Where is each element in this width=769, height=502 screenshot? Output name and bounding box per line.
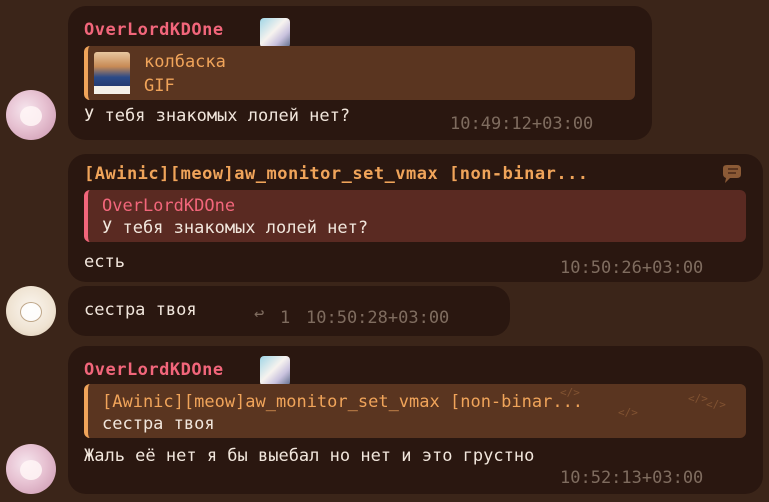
message-time: 10:50:28+03:00: [306, 308, 450, 328]
message-bubble[interactable]: [Awinic][meow]aw_monitor_set_vmax [non-b…: [68, 154, 763, 282]
message-text: сестра твоя: [84, 300, 197, 320]
chat-view: OverLordKDOne колбаска GIF У тебя знаком…: [0, 0, 769, 502]
gif-thumbnail: [94, 52, 130, 94]
reply-author: OverLordKDOne: [102, 196, 236, 216]
chat-bubble-icon: [723, 165, 741, 183]
author-name[interactable]: OverLordKDOne: [84, 360, 224, 380]
reply-text: У тебя знакомых лолей нет?: [102, 218, 369, 238]
reply-author: [Awinic][meow]aw_monitor_set_vmax [non-b…: [102, 392, 584, 412]
message-bubble[interactable]: OverLordKDOne [Awinic][meow]aw_monitor_s…: [68, 346, 763, 494]
author-mini-avatar: [260, 356, 290, 386]
user-avatar[interactable]: [6, 286, 56, 336]
reply-count: 1: [280, 308, 291, 328]
message-time: 10:50:26+03:00: [560, 258, 704, 278]
message-bubble[interactable]: OverLordKDOne колбаска GIF У тебя знаком…: [68, 6, 652, 140]
user-avatar[interactable]: [6, 444, 56, 494]
message-bubble[interactable]: сестра твоя ↩ 1 10:50:28+03:00: [68, 286, 510, 336]
avatar-face: [20, 106, 42, 126]
code-decoration-icon: </>: [688, 392, 708, 405]
code-decoration-icon: </>: [618, 406, 638, 419]
code-decoration-icon: </>: [706, 398, 726, 411]
author-name[interactable]: OverLordKDOne: [84, 20, 224, 40]
reply-text: сестра твоя: [102, 414, 215, 434]
code-decoration-icon: </>: [560, 386, 580, 399]
avatar-face: [20, 460, 42, 480]
reply-author: колбаска: [144, 52, 226, 72]
message-text: У тебя знакомых лолей нет?: [84, 106, 351, 126]
reply-preview[interactable]: OverLordKDOne У тебя знакомых лолей нет?: [84, 190, 746, 242]
author-mini-avatar: [260, 18, 290, 48]
avatar-face: [20, 302, 42, 322]
reply-text: GIF: [144, 76, 175, 96]
message-time: 10:49:12+03:00: [450, 114, 594, 134]
reply-preview[interactable]: [Awinic][meow]aw_monitor_set_vmax [non-b…: [84, 384, 746, 438]
message-time: 10:52:13+03:00: [560, 468, 704, 488]
author-name[interactable]: [Awinic][meow]aw_monitor_set_vmax [non-b…: [84, 164, 589, 184]
message-text: есть: [84, 252, 125, 272]
reply-preview[interactable]: колбаска GIF: [84, 46, 635, 100]
message-text: Жаль её нет я бы выебал но нет и это гру…: [84, 446, 535, 466]
user-avatar[interactable]: [6, 90, 56, 140]
reply-icon[interactable]: ↩: [254, 304, 264, 324]
